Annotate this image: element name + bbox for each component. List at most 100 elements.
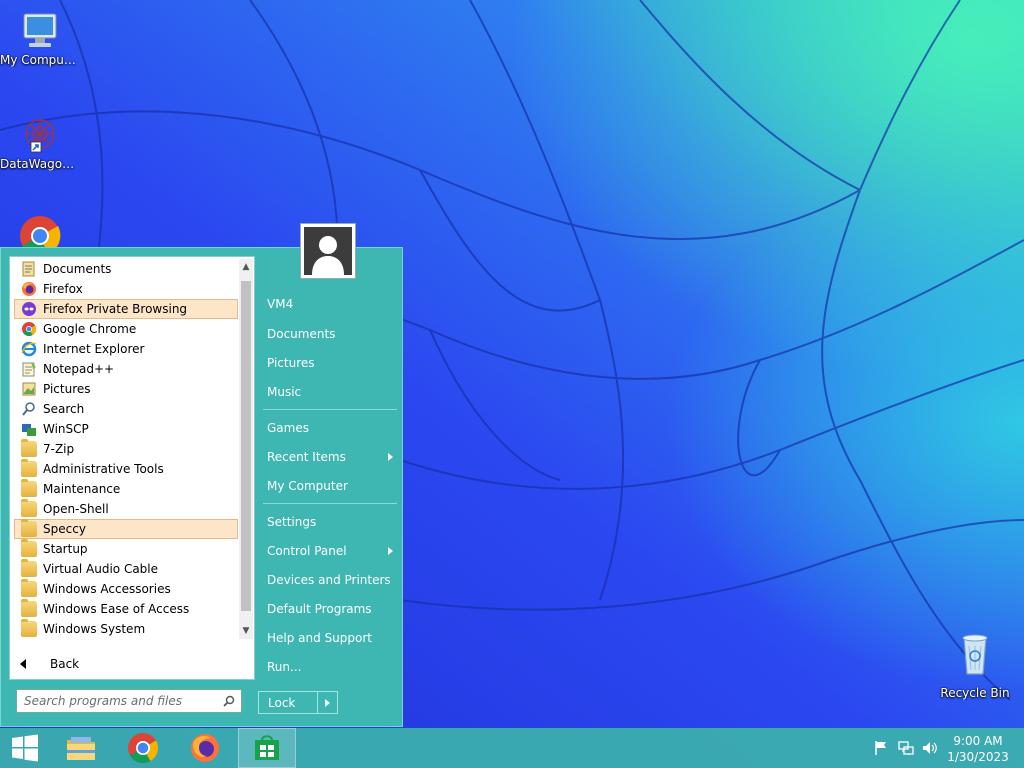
notepadpp-icon (21, 361, 37, 377)
programs-panel: Documents Firefox Firefox Private Browsi… (9, 256, 255, 680)
start-button[interactable] (0, 728, 50, 768)
program-item-winscp[interactable]: WinSCP (14, 419, 238, 439)
program-item-google-chrome[interactable]: Google Chrome (14, 319, 238, 339)
program-item-maintenance[interactable]: Maintenance (14, 479, 238, 499)
program-item-label: Documents (43, 262, 112, 276)
menu-item-recent-items[interactable]: Recent Items (259, 445, 399, 469)
desktop-icon-label: DataWagon... (0, 157, 80, 171)
firefox-icon (191, 734, 219, 762)
submenu-arrow-icon (388, 547, 393, 555)
program-item-virtual-audio-cable[interactable]: Virtual Audio Cable (14, 559, 238, 579)
folder-icon (21, 619, 37, 637)
lock-options-arrow-icon[interactable] (317, 692, 337, 713)
menu-item-label: Devices and Printers (267, 573, 391, 587)
folder-icon (21, 519, 37, 537)
menu-item-pictures[interactable]: Pictures (259, 351, 399, 375)
folder-icon (21, 599, 37, 617)
menu-separator (263, 409, 397, 410)
menu-item-label: Recent Items (267, 450, 346, 464)
menu-item-devices-and-printers[interactable]: Devices and Printers (259, 568, 399, 592)
scrollbar-thumb[interactable] (241, 281, 251, 611)
menu-item-help-and-support[interactable]: Help and Support (259, 626, 399, 650)
ie-icon (21, 341, 37, 357)
menu-item-documents[interactable]: Documents (259, 322, 399, 346)
submenu-arrow-icon (388, 453, 393, 461)
firefox-icon (21, 281, 37, 297)
menu-item-default-programs[interactable]: Default Programs (259, 597, 399, 621)
program-item-7zip[interactable]: 7-Zip (14, 439, 238, 459)
program-item-label: Pictures (43, 382, 91, 396)
program-item-internet-explorer[interactable]: Internet Explorer (14, 339, 238, 359)
menu-item-label: Documents (267, 327, 336, 341)
program-item-label: Notepad++ (43, 362, 115, 376)
program-item-open-shell[interactable]: Open-Shell (14, 499, 238, 519)
store-button[interactable] (238, 728, 296, 768)
program-item-notepadpp[interactable]: Notepad++ (14, 359, 238, 379)
program-item-pictures[interactable]: Pictures (14, 379, 238, 399)
back-button[interactable]: Back (20, 655, 79, 673)
menu-item-my-computer[interactable]: My Computer (259, 474, 399, 498)
program-item-search[interactable]: Search (14, 399, 238, 419)
scroll-down-arrow-icon[interactable]: ▼ (239, 623, 253, 639)
menu-item-music[interactable]: Music (259, 380, 399, 404)
search-icon (223, 695, 235, 707)
menu-item-label: Games (267, 421, 309, 435)
menu-item-label: Pictures (267, 356, 315, 370)
clock[interactable]: 9:00 AM 1/30/2023 (938, 733, 1018, 765)
lock-button[interactable]: Lock (258, 691, 338, 714)
chrome-icon (21, 321, 37, 337)
desktop-icon-recycle-bin[interactable]: Recycle Bin (935, 630, 1015, 700)
program-item-label: Google Chrome (43, 322, 137, 336)
menu-item-games[interactable]: Games (259, 416, 399, 440)
menu-item-control-panel[interactable]: Control Panel (259, 539, 399, 563)
lock-label: Lock (268, 695, 296, 710)
program-item-windows-accessories[interactable]: Windows Accessories (14, 579, 238, 599)
volume-icon[interactable] (921, 740, 937, 756)
firefox-private-icon (21, 301, 37, 317)
user-avatar[interactable] (300, 223, 356, 279)
desktop-icon-my-computer[interactable]: My Computer (0, 8, 80, 67)
program-item-firefox[interactable]: Firefox (14, 279, 238, 299)
menu-item-label: Run... (267, 660, 302, 674)
file-explorer-button[interactable] (52, 728, 110, 768)
menu-separator (263, 503, 397, 504)
program-item-documents[interactable]: Documents (14, 259, 238, 279)
program-item-administrative-tools[interactable]: Administrative Tools (14, 459, 238, 479)
folder-icon (21, 459, 37, 477)
desktop-icon-datawagon[interactable]: DataWagon... (0, 112, 80, 171)
recycle-bin-icon (962, 634, 988, 675)
chrome-button[interactable] (114, 728, 172, 768)
folder-icon (21, 479, 37, 497)
program-item-windows-ease-of-access[interactable]: Windows Ease of Access (14, 599, 238, 619)
pictures-icon (21, 381, 37, 397)
program-item-label: Internet Explorer (43, 342, 145, 356)
program-item-startup[interactable]: Startup (14, 539, 238, 559)
menu-item-label: My Computer (267, 479, 348, 493)
program-item-firefox-private[interactable]: Firefox Private Browsing (14, 299, 238, 319)
back-arrow-icon (20, 659, 26, 669)
flag-icon[interactable] (873, 740, 889, 756)
program-item-label: Windows Accessories (43, 582, 171, 596)
network-icon[interactable] (898, 740, 914, 756)
folder-icon (21, 539, 37, 557)
menu-item-settings[interactable]: Settings (259, 510, 399, 534)
taskbar: 9:00 AM 1/30/2023 (0, 728, 1024, 768)
program-item-windows-system[interactable]: Windows System (14, 619, 238, 639)
firefox-button[interactable] (176, 728, 234, 768)
folder-icon (21, 439, 37, 457)
scroll-up-arrow-icon[interactable]: ▲ (239, 259, 253, 275)
programs-scrollbar[interactable]: ▲ ▼ (239, 259, 253, 639)
program-item-label: Speccy (43, 522, 86, 536)
menu-item-user-vm4[interactable]: VM4 (259, 292, 399, 316)
program-item-label: WinSCP (43, 422, 89, 436)
folder-icon (21, 499, 37, 517)
search-programs-input[interactable]: Search programs and files (16, 689, 242, 713)
menu-item-label: VM4 (267, 297, 294, 311)
program-item-speccy[interactable]: Speccy (14, 519, 238, 539)
program-item-label: Maintenance (43, 482, 121, 496)
windows-logo-icon (12, 734, 38, 762)
chrome-icon (128, 733, 159, 764)
program-item-label: Search (43, 402, 85, 416)
menu-item-run[interactable]: Run... (259, 655, 399, 679)
clock-date: 1/30/2023 (947, 750, 1009, 764)
